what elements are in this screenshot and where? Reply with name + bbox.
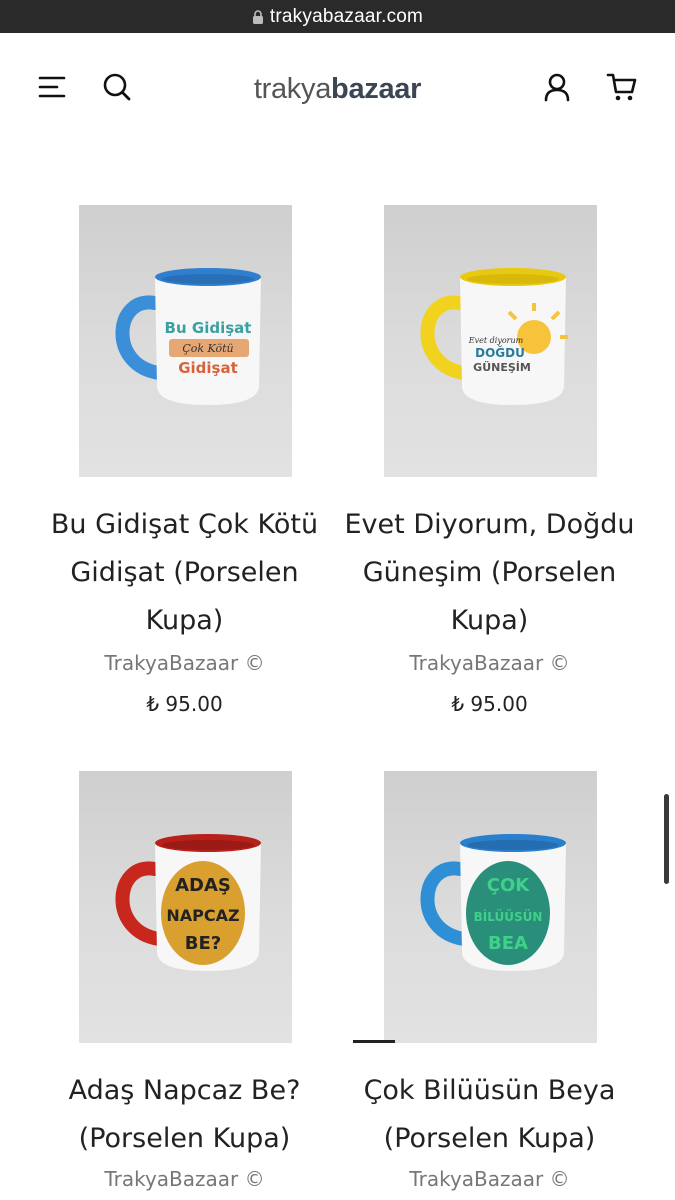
product-price: ₺ 95.00: [146, 692, 223, 716]
mug-illustration: ÇOK BİLÜÜSÜN BEA: [420, 834, 566, 971]
product-brand: TrakyaBazaar ©: [409, 1167, 570, 1191]
mug-print-line-3: Gidişat: [178, 359, 238, 377]
product-price: ₺ 95.00: [451, 692, 528, 716]
logo-text-trakya: trakya: [253, 73, 332, 105]
cart-icon: [606, 73, 637, 101]
logo-text-bazaar: bazaar: [331, 73, 422, 105]
lock-icon: [252, 9, 263, 24]
mug-print-line-2: BİLÜÜSÜN: [474, 909, 543, 924]
account-icon: [544, 73, 570, 102]
mug-illustration: Bu Gidişat Çok Kötü Gidişat: [115, 268, 261, 405]
mug-print-line-2: NAPCAZ: [166, 906, 239, 925]
product-image[interactable]: Bu Gidişat Çok Kötü Gidişat: [79, 205, 292, 477]
mug-print-line-1: ADAŞ: [175, 875, 231, 896]
mug-print-line-1: Bu Gidişat: [165, 319, 252, 337]
product-title[interactable]: Bu Gidişat Çok Kötü Gidişat (Porselen Ku…: [32, 501, 337, 645]
cart-button[interactable]: [606, 71, 638, 103]
mug-illustration: Evet diyorum DOĞDU GÜNEŞİM: [420, 268, 568, 405]
mug-print-line-1: ÇOK: [487, 875, 531, 896]
product-title[interactable]: Evet Diyorum, Doğdu Güneşim (Porselen Ku…: [337, 501, 642, 645]
carousel-indicator: [353, 1040, 395, 1043]
mug-print-line-2: Çok Kötü: [182, 342, 233, 355]
product-brand: TrakyaBazaar ©: [409, 651, 570, 675]
mug-print-line-3: BE?: [185, 933, 221, 954]
product-brand: TrakyaBazaar ©: [104, 651, 265, 675]
product-image[interactable]: Evet diyorum DOĞDU GÜNEŞİM: [384, 205, 597, 477]
url-text: trakyabazaar.com: [269, 5, 424, 27]
mug-print-line-3: GÜNEŞİM: [473, 360, 531, 374]
site-logo[interactable]: trakyabazaar: [0, 73, 675, 106]
mug-print-line-2: DOĞDU: [475, 345, 525, 360]
product-image[interactable]: ADAŞ NAPCAZ BE?: [79, 771, 292, 1043]
product-brand: TrakyaBazaar ©: [104, 1167, 265, 1191]
mug-print-line-3: BEA: [488, 933, 528, 954]
mug-print-line-1: Evet diyorum: [468, 336, 524, 345]
account-button[interactable]: [541, 71, 573, 103]
browser-url-bar[interactable]: trakyabazaar.com: [0, 0, 675, 33]
product-title[interactable]: Çok Bilüüsün Beya (Porselen Kupa): [337, 1067, 642, 1163]
scrollbar-thumb[interactable]: [664, 794, 669, 884]
product-image[interactable]: ÇOK BİLÜÜSÜN BEA: [384, 771, 597, 1043]
mug-illustration: ADAŞ NAPCAZ BE?: [115, 834, 261, 971]
site-header: trakyabazaar: [0, 33, 675, 143]
product-title[interactable]: Adaş Napcaz Be? (Porselen Kupa): [32, 1067, 337, 1163]
